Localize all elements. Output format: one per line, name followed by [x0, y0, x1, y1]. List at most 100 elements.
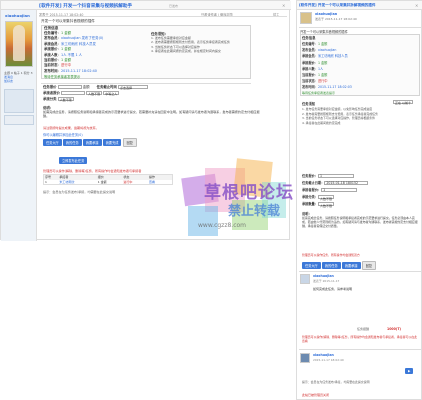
left-post-badge: 已发布	[169, 3, 179, 8]
left-handle-label: 承接者报价	[43, 91, 60, 95]
left-info-fields: 任务编号：1 金额 发布会员：xiaohuojian 发布了任务(0) 承接会员…	[44, 31, 144, 74]
right-btn-mine[interactable]: 我的任务	[321, 262, 341, 269]
left-deadline-label: 任务截止时间	[96, 85, 117, 89]
right-form-1-input[interactable]: 2015-01-18 180152	[324, 181, 369, 185]
left-field-7-key: 发布时间	[44, 68, 58, 73]
right-field-6-key: 当前状态	[302, 79, 315, 84]
left-field-2-value[interactable]: 米工坊雨欣 科技人员发	[61, 42, 96, 46]
left-sidebar-box-2	[4, 115, 34, 125]
left-handle-row: 承接者报价 人数不限 中等之人	[43, 91, 120, 96]
left-btn-mine[interactable]: 我的任务	[62, 139, 82, 146]
right-btn-hall[interactable]: 任务大厅	[302, 262, 321, 269]
right-form-3-select[interactable]: 人数不限	[317, 195, 334, 201]
left-td-4[interactable]: 查看	[149, 180, 172, 185]
right-bottom-user[interactable]: xiaohuojian	[313, 353, 334, 357]
right-bottom-avatar[interactable]	[300, 353, 310, 363]
right-info-fields: 任务编号：1 金额 发布会员：xiaohuojian 承接会员：米工坊雨欣 科技…	[302, 41, 418, 91]
left-post-title[interactable]: [软件开发] 开发一个抖音采集与视频拆解助手	[39, 3, 132, 9]
left-sidebar-line-2[interactable]: 加好友	[4, 79, 34, 83]
left-field-3-value: 1 金额	[60, 47, 71, 52]
left-td-3: 进行中	[123, 179, 133, 184]
left-handle-select-1[interactable]: 人数不限	[86, 91, 103, 96]
right-field-7-key: 发布时间	[302, 85, 315, 90]
right-form-2-input[interactable]: 1	[321, 188, 358, 192]
left-btn-hall[interactable]: 任务大厅	[43, 139, 62, 146]
left-category-select[interactable]: 人数不限	[57, 97, 74, 102]
left-btn-take[interactable]: 我要承接	[82, 139, 102, 146]
right-notes-select[interactable]: 正在 以前十	[393, 100, 413, 105]
left-field-6-value: 进行中	[60, 63, 72, 68]
right-form-0: 任务报价： 1	[302, 173, 418, 180]
right-field-1-key: 发布会员	[302, 48, 315, 53]
right-username[interactable]: xiaohuojian	[315, 12, 337, 16]
watermark-line-2: 禁止转载	[228, 204, 281, 219]
right-warn-text: 管理员可以操作(解除、删除等)任务，所有操作均会通知发布者与承接者，承接者可以在…	[302, 335, 417, 343]
left-bid-input[interactable]	[57, 85, 82, 89]
watermark-colorblock-blue	[188, 206, 218, 236]
right-field-1-value[interactable]: xiaohuojian	[318, 48, 336, 52]
right-field-2-key: 承接会员	[302, 54, 315, 59]
right-form-3: 承接分类： 人数不限	[302, 194, 418, 201]
left-handle-select-2[interactable]: 中等之人	[103, 91, 120, 96]
right-field-3-value: 1 金额	[317, 60, 328, 65]
right-btn-reply[interactable]: 回复	[361, 261, 377, 270]
right-btn-take[interactable]: 我要承接	[341, 262, 361, 269]
right-desc: 如需完成此任务，请按照任务说明和承接者完成的示范要求进行提交。任务必须由本人完成…	[302, 216, 418, 229]
left-task-notes: 1. 发布任务需要承担对应金额 2. 发布者需要按照规则支付费用，表示任务承接者…	[151, 36, 249, 54]
left-footer-note: 提示：会员在为任务发布/承接，均需要在此提交说明	[43, 190, 116, 194]
left-field-4-value: 1人 不限 1 人	[60, 52, 83, 57]
right-form-0-input[interactable]: 1	[317, 174, 354, 178]
right-avatar[interactable]	[300, 12, 312, 24]
right-form-1-key: 任务截止日期：	[302, 181, 325, 185]
right-field-0-key: 任务编号	[302, 42, 315, 46]
right-form-4-key: 承接数量：	[302, 202, 318, 206]
left-deadline-input[interactable]: 点击选择	[118, 85, 148, 90]
left-btn-done[interactable]: 我要完成	[102, 139, 122, 146]
right-reply-user[interactable]: xiaohuojian	[313, 274, 334, 278]
left-table: 序号 承接者 报价 状态 操作 1 米工坊雨欣 1 金额 进行中 查看	[43, 174, 173, 185]
right-info-header: 任务信息	[302, 36, 316, 40]
right-field-4-value: 1人	[317, 66, 324, 71]
right-form-0-key: 任务报价：	[302, 174, 318, 178]
right-field-0-value: 1 金额	[317, 42, 328, 46]
table-row[interactable]: 1 米工坊雨欣 1 金额 进行中 查看	[44, 180, 172, 185]
left-intro: 开发一个可以采集抖音视频的插件	[41, 19, 95, 23]
left-close-icon[interactable]: ✕	[282, 3, 285, 8]
left-desc-highlight: 请注意按时提交成果，逾期将视为放弃。	[43, 126, 99, 130]
right-form-2-key: 承接者报价：	[302, 188, 322, 192]
right-post-title[interactable]: [软件开发] 开发一个可以采集并拆解视频的插件	[299, 3, 411, 8]
left-desc: 如需完成此任务，请按照任务说明和承接者完成的示范要求进行提交，若需要补充请在回复…	[43, 110, 260, 119]
left-edit-label[interactable]: 你可以编辑并添加此任务(0)	[43, 132, 83, 137]
right-field-4-key: 承接人数	[302, 66, 315, 71]
left-publish-button[interactable]: 立即发布此任务	[59, 157, 88, 164]
left-field-1-value[interactable]: xiaohuojian 发布了任务(0)	[61, 36, 103, 40]
left-td-2: 1 金额	[97, 179, 107, 184]
right-note-3: 4. 承接者在此期间按约定完成	[302, 120, 341, 125]
left-field-2-key: 承接会员	[44, 41, 58, 46]
left-handle-input[interactable]	[61, 91, 86, 95]
right-field-2-value[interactable]: 米工坊雨欣 科技人员	[318, 54, 348, 58]
right-field-7-value: 2015-11-17 18:02:03	[317, 85, 352, 90]
left-td-1[interactable]: 米工坊雨欣	[59, 180, 97, 185]
left-sidebar-box	[4, 89, 34, 113]
left-username[interactable]: xiaohuojian	[5, 13, 30, 18]
right-post-meta: 发表于 2015-11-17 18:02:40	[315, 16, 357, 21]
left-btn-reply[interactable]: 回复	[122, 138, 137, 147]
right-form-4-select[interactable]: 人数不限	[317, 202, 334, 208]
left-action-buttons: 任务大厅 我的任务 我要承接 我要完成 回复	[43, 138, 137, 147]
right-notes-title: 任务须知	[302, 102, 316, 106]
right-reward-value: 1000(T)	[387, 327, 401, 331]
left-field-3-key: 承接报价	[44, 47, 58, 52]
right-reply-text: 如何完成此任务，请参考说明	[313, 287, 353, 291]
watermark-line-3: www.cgzz8.com	[198, 222, 247, 229]
right-close-icon[interactable]: ✕	[415, 3, 418, 8]
left-task-note-3: 4. 承接者在此期间按约定完成，并在规定时间内提交	[151, 49, 221, 54]
right-bottom-button[interactable]: ▶	[405, 368, 414, 374]
right-reply-avatar[interactable]	[300, 274, 310, 284]
left-warn-text: 管理员可以操作(解除、删除等)任务，所有操作均会通知发布者与承接者	[43, 169, 142, 173]
right-reward-label: 任务报酬	[357, 327, 370, 331]
right-form-3-key: 承接分类：	[302, 195, 318, 199]
right-panel: [软件开发] 开发一个可以采集并拆解视频的插件 ✕ xiaohuojian 发表…	[296, 0, 422, 400]
left-field-0-value: 1 金额	[60, 31, 71, 35]
right-status-line: 等待任务承接者发表提示	[302, 91, 336, 95]
